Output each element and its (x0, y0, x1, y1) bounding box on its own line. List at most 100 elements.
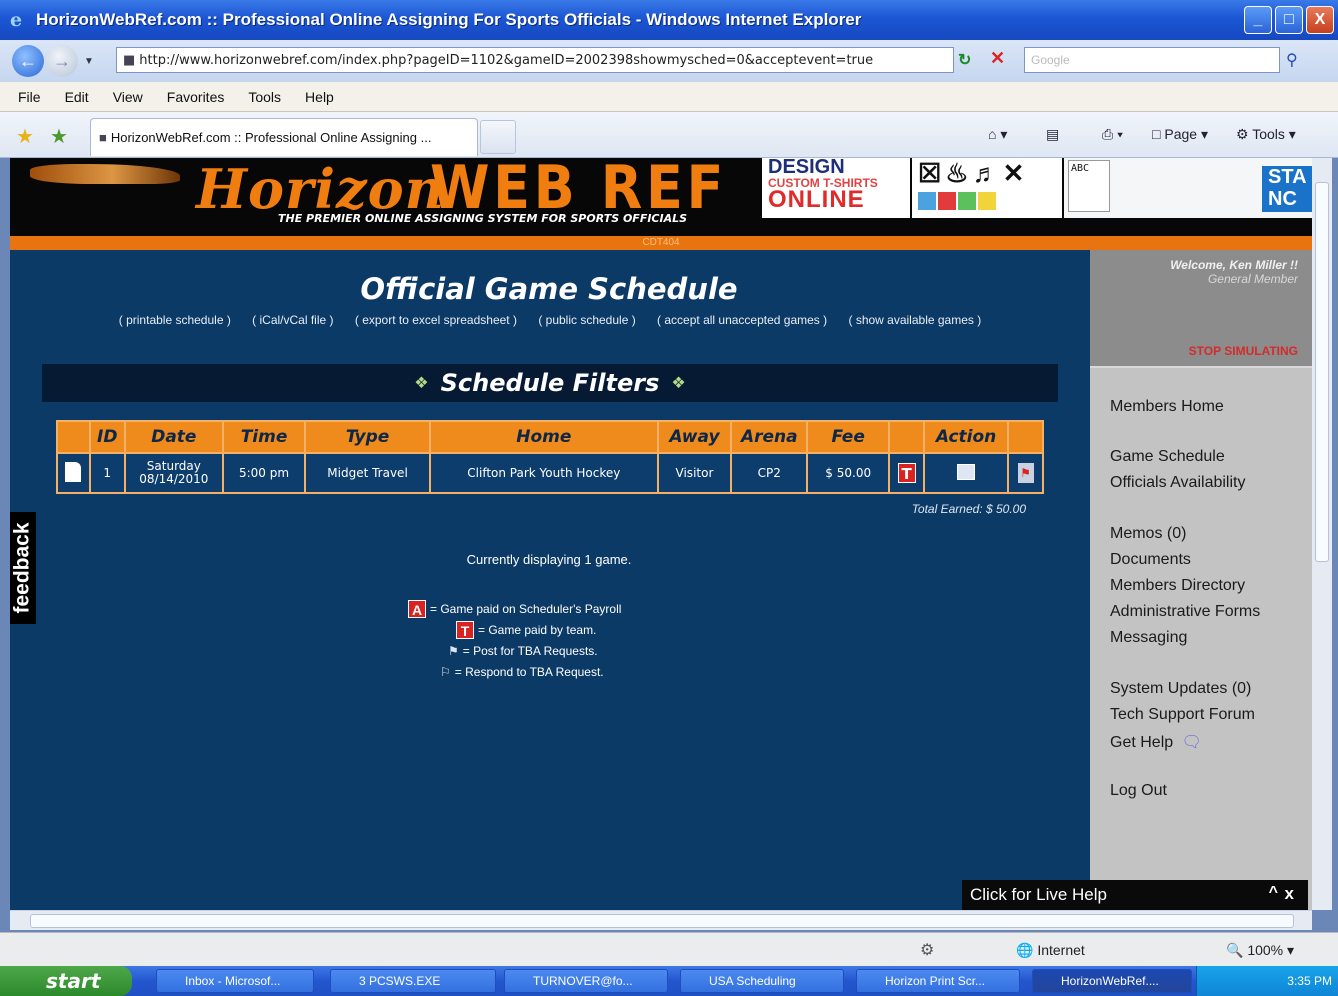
live-help-label: Click for Live Help (970, 885, 1107, 904)
live-help-expand-button[interactable]: ^ (1269, 884, 1278, 902)
live-help-bar[interactable]: Click for Live Help ^ x (962, 880, 1308, 910)
maximize-button[interactable]: □ (1275, 6, 1303, 34)
vertical-scrollbar[interactable] (1312, 158, 1332, 910)
paid-by-team-cell: T (888, 452, 926, 494)
col-fee[interactable]: Fee (806, 420, 891, 454)
col-time[interactable]: Time (222, 420, 307, 454)
show-available-games-link[interactable]: ( show available games ) (848, 313, 981, 327)
legend-text: = Game paid on Scheduler's Payroll (430, 601, 622, 616)
tab-bar: ★ ★ ■ HorizonWebRef.com :: Professional … (0, 112, 1338, 158)
sidebar-item-game-schedule[interactable]: Game Schedule (1110, 448, 1225, 466)
menu-view[interactable]: View (113, 89, 143, 105)
stop-icon[interactable]: ✕ (990, 48, 1005, 69)
action-checkbox-icon[interactable] (957, 463, 976, 480)
col-away[interactable]: Away (656, 420, 733, 454)
close-window-button[interactable]: X (1306, 6, 1334, 34)
keyboard-ad[interactable]: ABC STA NC (1064, 158, 1312, 218)
feedback-tab[interactable]: feedback (10, 512, 36, 624)
print-icon[interactable]: ⎙ ▾ (1102, 126, 1123, 143)
tshirt-ad[interactable]: DESIGN CUSTOM T-SHIRTS ONLINE (762, 158, 910, 218)
refresh-icon[interactable]: ↻ (958, 50, 971, 70)
welcome-block: Welcome, Ken Miller !! General Member (1170, 258, 1298, 286)
sidebar-item-members-home[interactable]: Members Home (1110, 398, 1224, 416)
horizontal-scrollbar[interactable] (10, 910, 1312, 930)
horizontal-scroll-thumb[interactable] (30, 914, 1294, 928)
taskbar-item-inbox[interactable]: Inbox - Microsof... (156, 969, 314, 993)
sidebar-item-officials-availability[interactable]: Officials Availability (1110, 474, 1245, 492)
accept-all-link[interactable]: ( accept all unaccepted games ) (657, 313, 827, 327)
menu-file[interactable]: File (18, 89, 41, 105)
logo-main-text: WEB REF (430, 158, 727, 223)
feeds-icon[interactable]: ▤ (1046, 126, 1059, 143)
tba-cell: ⚑ (1007, 452, 1044, 494)
home-icon[interactable]: ⌂ ▾ (988, 126, 1007, 143)
tools-menu[interactable]: ⚙ Tools ▾ (1236, 126, 1296, 143)
search-input[interactable]: Google (1024, 47, 1280, 73)
zoom-value: 100% (1247, 942, 1284, 958)
vertical-scroll-thumb[interactable] (1315, 182, 1329, 562)
game-away: Visitor (656, 452, 733, 494)
sidebar-item-members-directory[interactable]: Members Directory (1110, 577, 1245, 595)
main-content: Official Game Schedule ( printable sched… (10, 250, 1088, 910)
sidebar-item-memos[interactable]: Memos (0) (1110, 525, 1186, 543)
get-help-label: Get Help (1110, 734, 1174, 751)
sidebar-item-log-out[interactable]: Log Out (1110, 782, 1167, 800)
search-icon[interactable]: ⚲ (1286, 50, 1298, 70)
ad-sta-text: STA NC (1262, 166, 1312, 212)
post-tba-icon[interactable]: ⚑ (1017, 463, 1034, 483)
taskbar-item-horizon-print[interactable]: Horizon Print Scr... (856, 969, 1020, 993)
public-schedule-link[interactable]: ( public schedule ) (538, 313, 635, 327)
sidebar-item-system-updates[interactable]: System Updates (0) (1110, 680, 1251, 698)
game-detail-cell[interactable] (56, 452, 91, 494)
sunset-graphic (30, 164, 180, 184)
minimize-button[interactable]: _ (1244, 6, 1272, 34)
chat-bubble-icon: 🗨 (1181, 734, 1202, 751)
menu-help[interactable]: Help (305, 89, 334, 105)
back-button[interactable]: ← (12, 45, 44, 77)
col-type[interactable]: Type (304, 420, 432, 454)
sidebar-item-documents[interactable]: Documents (1110, 551, 1191, 569)
page-menu[interactable]: □ Page ▾ (1152, 126, 1208, 143)
zoom-level[interactable]: 🔍 100% ▾ (1226, 942, 1294, 959)
taskbar-item-horizonwebref[interactable]: HorizonWebRef.... (1032, 969, 1192, 993)
window-title-bar[interactable]: e HorizonWebRef.com :: Professional Onli… (0, 0, 1338, 40)
sidebar-item-tech-support-forum[interactable]: Tech Support Forum (1110, 706, 1255, 724)
tab-horizonwebref[interactable]: ■ HorizonWebRef.com :: Professional Onli… (90, 118, 478, 156)
menu-edit[interactable]: Edit (65, 89, 89, 105)
schedule-filters-bar[interactable]: ❖ Schedule Filters ❖ (42, 364, 1058, 402)
document-icon[interactable] (65, 461, 82, 482)
menu-tools[interactable]: Tools (248, 89, 281, 105)
symbols-ad[interactable]: ☒♨♬✕ (912, 158, 1062, 218)
game-arena: CP2 (730, 452, 809, 494)
ical-file-link[interactable]: ( iCal/vCal file ) (252, 313, 333, 327)
favorites-star-icon[interactable]: ★ (16, 124, 34, 149)
taskbar-item-usa-scheduling[interactable]: USA Scheduling (680, 969, 844, 993)
ad-online-text: ONLINE (768, 186, 865, 213)
col-arena[interactable]: Arena (730, 420, 809, 454)
address-field[interactable]: ■ http://www.horizonwebref.com/index.php… (116, 47, 954, 73)
col-id[interactable]: ID (88, 420, 126, 454)
sidebar-item-messaging[interactable]: Messaging (1110, 629, 1187, 647)
add-favorite-icon[interactable]: ★ (50, 124, 68, 149)
stop-simulating-link[interactable]: STOP SIMULATING (1189, 344, 1298, 358)
taskbar-item-turnover[interactable]: TURNOVER@fo... (504, 969, 668, 993)
forward-button[interactable]: → (46, 45, 78, 77)
history-dropdown-icon[interactable]: ▼ (84, 56, 94, 67)
live-help-close-button[interactable]: x (1285, 884, 1294, 904)
start-button[interactable]: start (0, 966, 132, 996)
export-excel-link[interactable]: ( export to excel spreadsheet ) (355, 313, 517, 327)
col-home[interactable]: Home (429, 420, 659, 454)
taskbar-item-pcsws[interactable]: 3 PCSWS.EXE (330, 969, 496, 993)
menu-favorites[interactable]: Favorites (167, 89, 225, 105)
status-bar: ⚙ 🌐 Internet 🔍 100% ▾ (0, 932, 1338, 966)
ad-abc-tile: ABC (1068, 160, 1110, 212)
table-row[interactable]: 1 Saturday 08/14/2010 5:00 pm Midget Tra… (56, 452, 1044, 494)
displaying-count: Currently displaying 1 game. (466, 552, 632, 567)
sidebar-item-administrative-forms[interactable]: Administrative Forms (1110, 603, 1260, 621)
printable-schedule-link[interactable]: ( printable schedule ) (119, 313, 231, 327)
col-date[interactable]: Date (123, 420, 225, 454)
paid-by-team-badge: T (897, 463, 916, 483)
table-header-row: ID Date Time Type Home Away Arena Fee Ac… (56, 420, 1044, 454)
new-tab-button[interactable] (480, 120, 516, 154)
sidebar-item-get-help[interactable]: Get Help 🗨 (1110, 732, 1202, 752)
